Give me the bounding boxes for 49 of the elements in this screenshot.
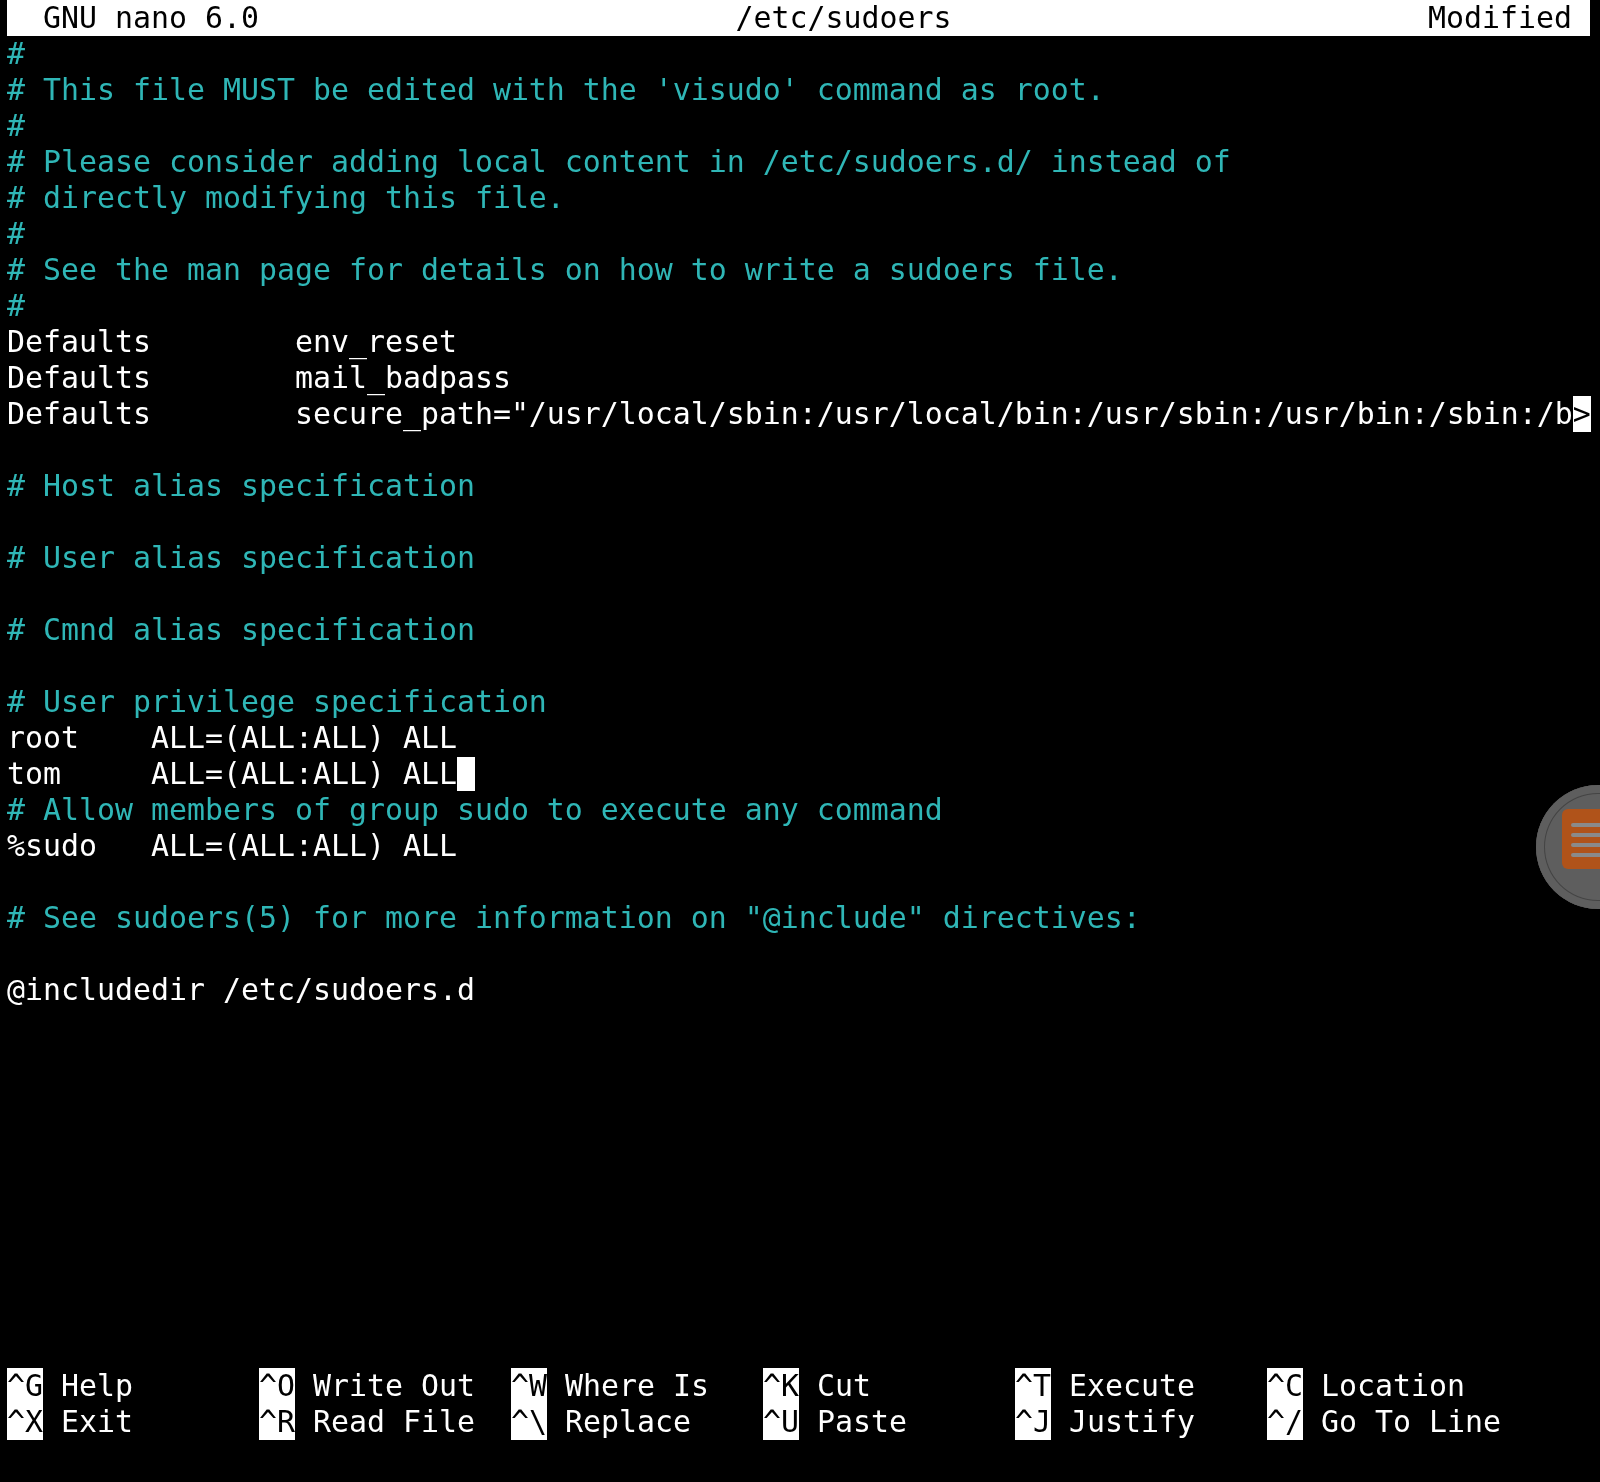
shortcut-label: Paste bbox=[817, 1404, 907, 1440]
shortcut-label: Replace bbox=[565, 1404, 691, 1440]
shortcut-label: Help bbox=[61, 1368, 133, 1404]
code-line: tom ALL=(ALL:ALL) ALL bbox=[7, 756, 457, 792]
comment-line: # Please consider adding local content in /etc/sudoers.d/ instead of bbox=[7, 144, 1231, 180]
comment-line: # This file MUST be edited with the 'visudo' command as root. bbox=[7, 72, 1105, 108]
comment-line: # bbox=[7, 288, 25, 324]
app-version: GNU nano 6.0 bbox=[43, 0, 259, 36]
file-name: /etc/sudoers bbox=[735, 0, 952, 36]
overflow-marker: > bbox=[1572, 396, 1591, 432]
shortcut-label: Execute bbox=[1069, 1368, 1195, 1404]
comment-line: # See the man page for details on how to write a sudoers file. bbox=[7, 252, 1123, 288]
code-line: root ALL=(ALL:ALL) ALL bbox=[7, 720, 457, 756]
shortcut-key: ^/ bbox=[1267, 1404, 1303, 1440]
code-line: Defaults env_reset bbox=[7, 324, 457, 360]
shortcut-key: ^R bbox=[259, 1404, 295, 1440]
shortcut-key: ^X bbox=[7, 1404, 43, 1440]
shortcut-key: ^W bbox=[511, 1368, 547, 1404]
comment-line: # directly modifying this file. bbox=[7, 180, 565, 216]
shortcut-label: Go To Line bbox=[1321, 1404, 1501, 1440]
comment-line: # User privilege specification bbox=[7, 684, 547, 720]
comment-line: # Cmnd alias specification bbox=[7, 612, 475, 648]
shortcut-label: Write Out bbox=[313, 1368, 475, 1404]
shortcut-label: Where Is bbox=[565, 1368, 709, 1404]
code-line: Defaults secure_path="/usr/local/sbin:/usr/local/bin:/usr/sbin:/usr/bin:/sbin:/b bbox=[7, 396, 1573, 432]
modified-status: Modified bbox=[1428, 0, 1572, 36]
shortcut-key: ^C bbox=[1267, 1368, 1303, 1404]
code-line: %sudo ALL=(ALL:ALL) ALL bbox=[7, 828, 457, 864]
comment-line: # Allow members of group sudo to execute any command bbox=[7, 792, 943, 828]
code-line: Defaults mail_badpass bbox=[7, 360, 511, 396]
comment-line: # bbox=[7, 36, 25, 72]
shortcut-key: ^G bbox=[7, 1368, 43, 1404]
shortcut-key: ^U bbox=[763, 1404, 799, 1440]
comment-line: # bbox=[7, 108, 25, 144]
comment-line: # Host alias specification bbox=[7, 468, 475, 504]
shortcut-label: Cut bbox=[817, 1368, 871, 1404]
shortcut-label: Read File bbox=[313, 1404, 475, 1440]
shortcut-key: ^J bbox=[1015, 1404, 1051, 1440]
shortcut-key: ^\ bbox=[511, 1404, 547, 1440]
shortcut-key: ^T bbox=[1015, 1368, 1051, 1404]
shortcut-label: Location bbox=[1321, 1368, 1465, 1404]
shortcut-label: Exit bbox=[61, 1404, 133, 1440]
shortcut-key: ^K bbox=[763, 1368, 799, 1404]
code-line: @includedir /etc/sudoers.d bbox=[7, 972, 475, 1008]
comment-line: # bbox=[7, 216, 25, 252]
shortcut-label: Justify bbox=[1069, 1404, 1195, 1440]
comment-line: # See sudoers(5) for more information on "@include" directives: bbox=[7, 900, 1141, 936]
comment-line: # User alias specification bbox=[7, 540, 475, 576]
shortcut-key: ^O bbox=[259, 1368, 295, 1404]
